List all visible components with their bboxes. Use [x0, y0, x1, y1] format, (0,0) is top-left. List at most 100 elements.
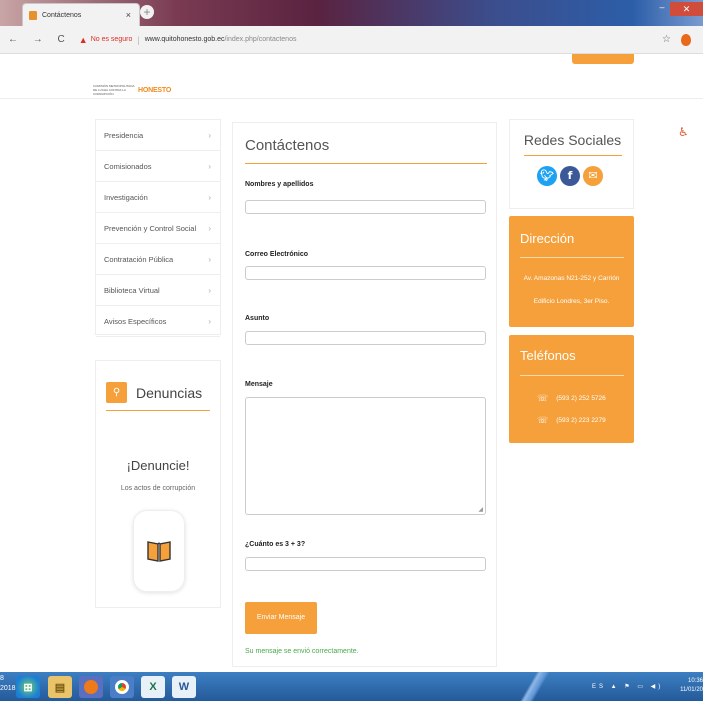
form-title: Contáctenos [245, 137, 330, 154]
url-field[interactable]: www.quitohonesto.gob.ec/index.php/contac… [145, 36, 297, 43]
sidebar-item-investigacion[interactable]: Investigación › [96, 182, 220, 213]
telefonos-panel: Teléfonos ☏ (593 2) 252 5726 ☏ (593 2) 223… [509, 335, 634, 443]
denuncie-book-button[interactable] [133, 510, 185, 592]
bookmark-star-icon[interactable]: ☆ [662, 34, 671, 45]
nav-buttons[interactable]: ← → C [8, 34, 71, 45]
sidebar-item-label: Prevención y Control Social [104, 223, 197, 233]
taskbar-word-icon[interactable]: W [172, 676, 196, 698]
phone-number: (593 2) 252 5726 [556, 395, 606, 402]
twitter-icon[interactable]: 🐦︎ [537, 166, 557, 186]
direccion-divider [520, 257, 624, 258]
start-button[interactable]: ⊞ [16, 676, 40, 698]
tab-close-icon[interactable]: × [126, 10, 131, 20]
phone-row: ☏ (593 2) 223 2279 [537, 415, 606, 426]
facebook-icon[interactable]: f [560, 166, 580, 186]
email-label: Correo Electrónico [245, 251, 309, 258]
sidebar-item-comisionados[interactable]: Comisionados › [96, 151, 220, 182]
denuncias-title: Denuncias [136, 384, 203, 401]
denuncias-panel: ⚲ Denuncias ¡Denuncie! Los actos de corr… [95, 360, 221, 608]
browser-tab[interactable]: Contáctenos × [22, 3, 140, 26]
success-message: Su mensaje se envió correctamente. [245, 648, 359, 655]
captcha-input[interactable] [245, 557, 486, 571]
resize-handle-icon[interactable]: ◢ [478, 506, 483, 513]
direccion-line-2: Edificio Londres, 3er Piso. [533, 298, 610, 305]
url-path: /index.php/contactenos [224, 36, 297, 43]
denuncie-subtitle: Los actos de corrupción [120, 485, 196, 492]
sidebar-item-label: Biblioteca Virtual [104, 285, 160, 295]
taskbar-chrome-icon[interactable] [110, 676, 134, 698]
sidebar-item-label: Avisos Específicos [104, 316, 167, 326]
sidebar-menu: Presidencia › Comisionados › Investigación… [95, 119, 221, 337]
name-label: Nombres y apellidos [245, 181, 314, 188]
clock-date: 11/01/20 [680, 687, 703, 693]
header-button[interactable] [572, 54, 634, 64]
taskbar-left-year: 2018 [0, 685, 16, 692]
tab-title: Contáctenos [42, 11, 82, 19]
address-bar: ← → C ▲ No es seguro | www.quitohonesto.… [0, 26, 703, 54]
sidebar-item-label: Investigación [104, 192, 148, 202]
telefonos-divider [520, 375, 624, 376]
sidebar-item-biblioteca[interactable]: Biblioteca Virtual › [96, 275, 220, 306]
taskbar-excel-icon[interactable]: X [141, 676, 165, 698]
url-domain: www.quitohonesto.gob.ec [144, 36, 225, 43]
telefonos-title: Teléfonos [520, 348, 576, 363]
social-divider [524, 155, 622, 156]
new-tab-button[interactable]: + [140, 5, 154, 19]
insecure-label[interactable]: No es seguro [91, 36, 133, 43]
chevron-right-icon: › [208, 254, 211, 264]
denuncias-header: ⚲ Denuncias [106, 375, 210, 411]
sidebar-item-label: Comisionados [104, 161, 152, 171]
email-input[interactable] [245, 266, 486, 280]
warning-icon: ▲ [78, 34, 88, 45]
chevron-right-icon: › [208, 316, 211, 326]
social-icons: 🐦︎ f ✉ [537, 166, 603, 186]
sidebar-item-avisos[interactable]: Avisos Específicos › [96, 306, 220, 337]
form-title-divider [245, 163, 487, 164]
social-title: Redes Sociales [523, 132, 622, 148]
sidebar-item-contratacion[interactable]: Contratación Pública › [96, 244, 220, 275]
message-label: Mensaje [245, 381, 273, 388]
name-input[interactable] [245, 200, 486, 214]
header-divider [0, 98, 703, 99]
send-message-button[interactable]: Enviar Mensaje [245, 602, 317, 634]
window-close-button[interactable]: ✕ [670, 2, 703, 16]
social-panel: Redes Sociales 🐦︎ f ✉ [509, 119, 634, 209]
sidebar-item-label: Contratación Pública [104, 254, 174, 264]
clock-time: 10:36 [687, 678, 703, 684]
taskbar-left-edge: 8 2018 [0, 672, 16, 701]
phone-number: (593 2) 223 2279 [556, 417, 606, 424]
email-icon[interactable]: ✉ [583, 166, 603, 186]
subject-label: Asunto [245, 315, 270, 322]
message-textarea[interactable]: ◢ [245, 397, 486, 515]
book-icon [147, 541, 171, 562]
sidebar-item-prevencion[interactable]: Prevención y Control Social › [96, 213, 220, 244]
taskbar-left-num: 8 [0, 675, 4, 682]
direccion-line-1: Av. Amazonas N21-252 y Carrión [523, 275, 620, 282]
logo-small-text: COMISIÓN METROPOLITANA DE LUCHA CONTRA L… [93, 84, 135, 96]
sidebar-item-label: Presidencia [104, 130, 144, 140]
accessibility-icon[interactable]: ♿︎ [678, 125, 689, 139]
chevron-right-icon: › [208, 223, 211, 233]
system-tray[interactable]: ES ▲ ⚑ ▭ ◀) [592, 683, 663, 690]
chevron-right-icon: › [208, 161, 211, 171]
subject-input[interactable] [245, 331, 486, 345]
extension-icon[interactable] [681, 33, 691, 46]
taskbar-explorer-icon[interactable]: ▤ [48, 676, 72, 698]
phone-icon: ☏ [537, 393, 549, 403]
chevron-right-icon: › [208, 130, 211, 140]
site-logo[interactable]: COMISIÓN METROPOLITANA DE LUCHA CONTRA L… [93, 80, 179, 100]
taskbar-firefox-icon[interactable] [79, 676, 103, 698]
taskbar-clock[interactable]: 10:36 11/01/20 [680, 677, 703, 695]
window-minimize-button[interactable]: – [655, 2, 669, 16]
phone-row: ☏ (593 2) 252 5726 [537, 393, 606, 404]
phone-icon: ☏ [537, 415, 549, 425]
chevron-right-icon: › [208, 285, 211, 295]
favicon-icon [29, 10, 37, 20]
logo-text: HONESTO [138, 86, 172, 94]
denuncie-headline: ¡Denuncie! [126, 458, 190, 473]
captcha-label: ¿Cuánto es 3 + 3? [245, 541, 306, 548]
direccion-title: Dirección [520, 231, 575, 246]
chevron-right-icon: › [208, 192, 211, 202]
sidebar-item-presidencia[interactable]: Presidencia › [96, 120, 220, 151]
contact-form: Contáctenos Nombres y apellidos Correo E… [232, 122, 497, 667]
